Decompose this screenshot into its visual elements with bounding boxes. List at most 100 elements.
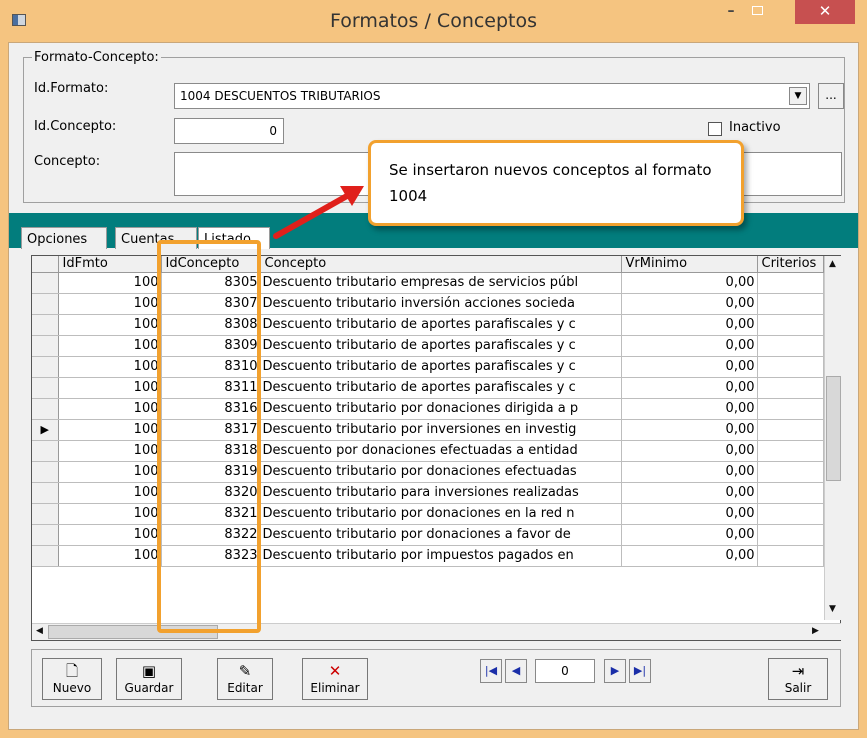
record-number-field[interactable]: 0	[535, 659, 595, 683]
previous-record-button[interactable]: ◀	[505, 659, 527, 683]
table-row[interactable]: 100 8318 Descuento por donaciones efectuad…	[32, 440, 824, 462]
cell-concepto[interactable]: Descuento tributario por donaciones en l…	[260, 503, 622, 525]
scroll-up-icon[interactable]: ▲	[829, 259, 836, 269]
editar-button[interactable]: ✎ Editar	[217, 658, 273, 700]
cell-concepto[interactable]: Descuento tributario empresas de servici…	[260, 272, 622, 294]
cell-idfmto[interactable]: 100	[58, 419, 162, 441]
row-header[interactable]	[32, 503, 59, 525]
cell-vrminimo[interactable]: 0,00	[621, 272, 758, 294]
cell-idfmto[interactable]: 100	[58, 503, 162, 525]
guardar-button[interactable]: ▣ Guardar	[116, 658, 182, 700]
table-row[interactable]: 100 8305 Descuento tributario empresas de …	[32, 272, 824, 294]
cell-criterios[interactable]	[757, 524, 824, 546]
cell-concepto[interactable]: Descuento tributario por impuestos pagad…	[260, 545, 622, 567]
cell-vrminimo[interactable]: 0,00	[621, 482, 758, 504]
scroll-right-icon[interactable]: ▶	[812, 626, 819, 636]
vertical-scrollbar[interactable]: ▲ ▼	[824, 256, 841, 620]
cell-idfmto[interactable]: 100	[58, 545, 162, 567]
cell-concepto[interactable]: Descuento tributario para inversiones re…	[260, 482, 622, 504]
cell-vrminimo[interactable]: 0,00	[621, 461, 758, 483]
row-header[interactable]	[32, 440, 59, 462]
row-header[interactable]	[32, 293, 59, 315]
row-header[interactable]	[32, 377, 59, 399]
table-row[interactable]: 100 8316 Descuento tributario por donacion…	[32, 398, 824, 420]
cell-vrminimo[interactable]: 0,00	[621, 545, 758, 567]
id-formato-combo[interactable]: 1004 DESCUENTOS TRIBUTARIOS ▼	[174, 83, 810, 109]
cell-criterios[interactable]	[757, 293, 824, 315]
row-header[interactable]	[32, 356, 59, 378]
cell-vrminimo[interactable]: 0,00	[621, 419, 758, 441]
nuevo-button[interactable]: 🗋 Nuevo	[42, 658, 102, 700]
cell-idfmto[interactable]: 100	[58, 314, 162, 336]
cell-concepto[interactable]: Descuento tributario de aportes parafisc…	[260, 377, 622, 399]
cell-idfmto[interactable]: 100	[58, 356, 162, 378]
row-header[interactable]: ▶	[32, 419, 59, 441]
cell-concepto[interactable]: Descuento tributario de aportes parafisc…	[260, 356, 622, 378]
cell-criterios[interactable]	[757, 440, 824, 462]
table-row[interactable]: 100 8307 Descuento tributario inversión ac…	[32, 293, 824, 315]
cell-idfmto[interactable]: 100	[58, 398, 162, 420]
close-button[interactable]: ✕	[795, 0, 855, 24]
cell-criterios[interactable]	[757, 377, 824, 399]
cell-concepto[interactable]: Descuento tributario inversión acciones …	[260, 293, 622, 315]
cell-criterios[interactable]	[757, 419, 824, 441]
salir-button[interactable]: ⇥ Salir	[768, 658, 828, 700]
scroll-left-icon[interactable]: ◀	[36, 626, 43, 636]
cell-vrminimo[interactable]: 0,00	[621, 398, 758, 420]
table-row[interactable]: 100 8322 Descuento tributario por donacion…	[32, 524, 824, 546]
inactivo-checkbox[interactable]	[708, 122, 722, 136]
cell-idfmto[interactable]: 100	[58, 440, 162, 462]
cell-idfmto[interactable]: 100	[58, 272, 162, 294]
cell-idfmto[interactable]: 100	[58, 482, 162, 504]
row-header[interactable]	[32, 461, 59, 483]
column-header-vrminimo[interactable]: VrMinimo	[621, 256, 758, 273]
cell-criterios[interactable]	[757, 314, 824, 336]
cell-vrminimo[interactable]: 0,00	[621, 314, 758, 336]
cell-vrminimo[interactable]: 0,00	[621, 293, 758, 315]
table-row[interactable]: 100 8320 Descuento tributario para inversi…	[32, 482, 824, 504]
dropdown-arrow-icon[interactable]: ▼	[789, 87, 807, 105]
cell-concepto[interactable]: Descuento tributario por donaciones a fa…	[260, 524, 622, 546]
first-record-button[interactable]: |◀	[480, 659, 502, 683]
cell-idfmto[interactable]: 100	[58, 461, 162, 483]
cell-vrminimo[interactable]: 0,00	[621, 524, 758, 546]
row-header[interactable]	[32, 482, 59, 504]
cell-criterios[interactable]	[757, 503, 824, 525]
minimize-button[interactable]: –	[718, 0, 744, 24]
cell-vrminimo[interactable]: 0,00	[621, 440, 758, 462]
table-row[interactable]: 100 8308 Descuento tributario de aportes p…	[32, 314, 824, 336]
cell-vrminimo[interactable]: 0,00	[621, 377, 758, 399]
cell-criterios[interactable]	[757, 545, 824, 567]
column-header-concepto[interactable]: Concepto	[260, 256, 622, 273]
row-header[interactable]	[32, 545, 59, 567]
table-row[interactable]: ▶ 100 8317 Descuento tributario por inversi…	[32, 419, 824, 441]
next-record-button[interactable]: ▶	[604, 659, 626, 683]
cell-vrminimo[interactable]: 0,00	[621, 356, 758, 378]
cell-criterios[interactable]	[757, 461, 824, 483]
cell-idfmto[interactable]: 100	[58, 293, 162, 315]
cell-concepto[interactable]: Descuento tributario por donaciones efec…	[260, 461, 622, 483]
cell-vrminimo[interactable]: 0,00	[621, 335, 758, 357]
row-header[interactable]	[32, 314, 59, 336]
cell-criterios[interactable]	[757, 356, 824, 378]
cell-criterios[interactable]	[757, 272, 824, 294]
row-header[interactable]	[32, 524, 59, 546]
table-row[interactable]: 100 8323 Descuento tributario por impuesto…	[32, 545, 824, 567]
scroll-down-icon[interactable]: ▼	[829, 604, 836, 614]
table-row[interactable]: 100 8310 Descuento tributario de aportes p…	[32, 356, 824, 378]
column-header-idfmto[interactable]: IdFmto	[58, 256, 162, 273]
id-concepto-field[interactable]: 0	[174, 118, 284, 144]
row-header[interactable]	[32, 335, 59, 357]
cell-concepto[interactable]: Descuento por donaciones efectuadas a en…	[260, 440, 622, 462]
table-row[interactable]: 100 8309 Descuento tributario de aportes p…	[32, 335, 824, 357]
cell-idfmto[interactable]: 100	[58, 377, 162, 399]
row-header[interactable]	[32, 398, 59, 420]
cell-idfmto[interactable]: 100	[58, 335, 162, 357]
table-row[interactable]: 100 8321 Descuento tributario por donacion…	[32, 503, 824, 525]
maximize-button[interactable]	[744, 0, 770, 24]
tab-opciones[interactable]: Opciones	[21, 227, 107, 249]
lookup-button[interactable]: ...	[818, 83, 844, 109]
cell-vrminimo[interactable]: 0,00	[621, 503, 758, 525]
cell-idfmto[interactable]: 100	[58, 524, 162, 546]
last-record-button[interactable]: ▶|	[629, 659, 651, 683]
